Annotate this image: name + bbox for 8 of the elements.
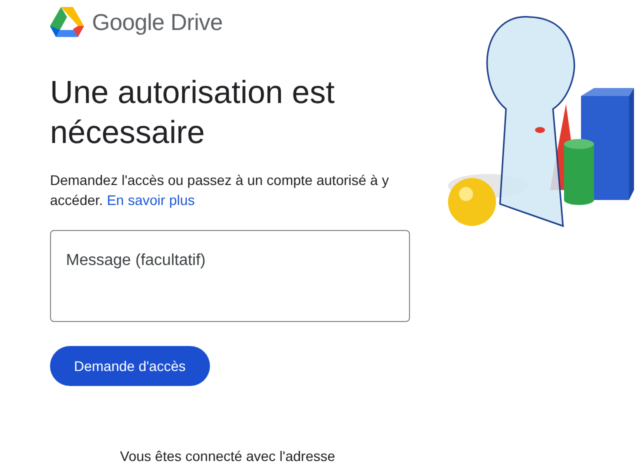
- page-title: Une autorisation est nécessaire: [50, 73, 336, 152]
- signed-in-text: Vous êtes connecté avec l'adresse: [120, 447, 336, 466]
- learn-more-link[interactable]: En savoir plus: [106, 192, 195, 208]
- logo-text: Google Drive: [92, 8, 223, 37]
- description-text: Demandez l'accès ou passez à un compte autorisé à y accéder. En savoir plus: [50, 171, 390, 210]
- request-access-button[interactable]: Demande d'accès: [50, 346, 210, 386]
- drive-logo-icon: [50, 7, 84, 37]
- message-field[interactable]: Message (facultatif): [50, 230, 410, 322]
